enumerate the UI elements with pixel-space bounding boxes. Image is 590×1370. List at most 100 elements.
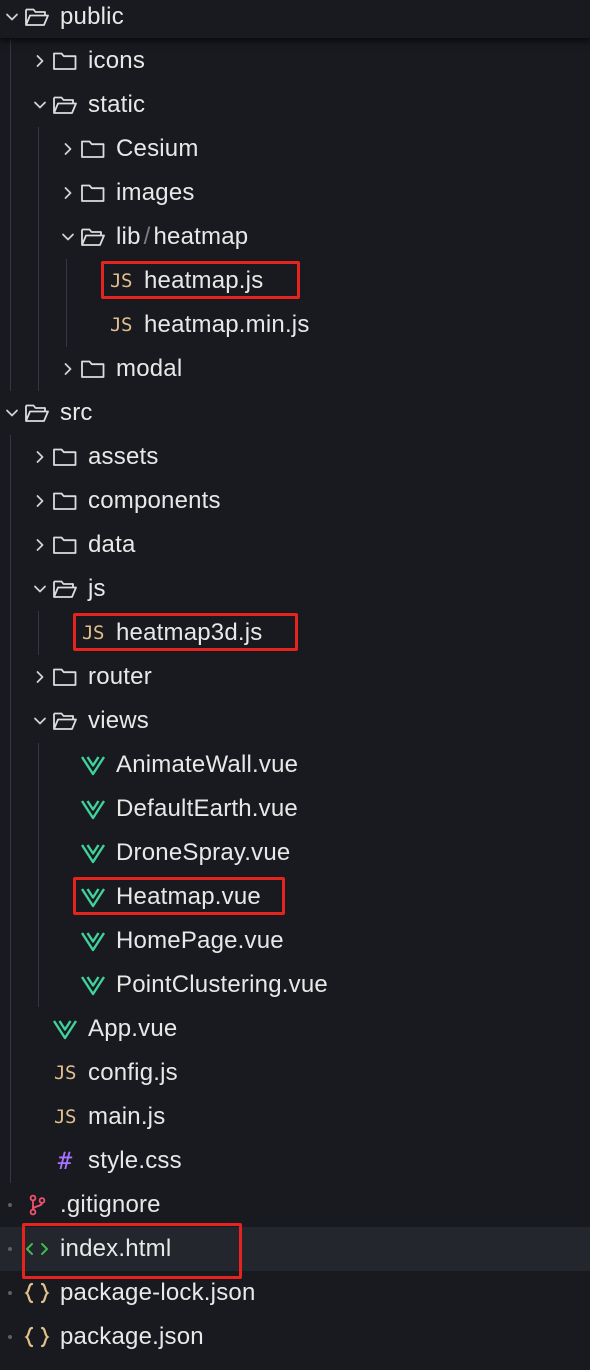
indent-guide — [38, 743, 39, 1007]
tree-row-app-vue[interactable]: App.vue — [0, 1007, 590, 1051]
tree-dot — [8, 1335, 12, 1339]
folder-icon — [51, 49, 79, 73]
folder-icon — [51, 489, 79, 513]
tree-row-config-js[interactable]: JS config.js — [0, 1051, 590, 1095]
chevron-right-icon[interactable] — [60, 141, 76, 157]
vue-file-icon — [79, 929, 107, 953]
css-glyph: # — [57, 1147, 73, 1175]
tree-row-package-json[interactable]: package.json — [0, 1315, 590, 1359]
tree-row-heatmap-js[interactable]: JS heatmap.js — [0, 259, 590, 303]
chevron-down-icon[interactable] — [32, 713, 48, 729]
tree-dot — [8, 1247, 12, 1251]
file-explorer-tree: public icons static Cesium images lib / heatmap… — [0, 0, 590, 1370]
tree-item-label: data — [88, 531, 136, 558]
tree-row-icons[interactable]: icons — [0, 39, 590, 83]
folder-icon — [79, 137, 107, 161]
tree-item-label: package-lock.json — [60, 1279, 256, 1306]
tree-row-views[interactable]: views — [0, 699, 590, 743]
json-file-icon — [23, 1281, 51, 1305]
tree-item-label: index.html — [60, 1235, 172, 1262]
tree-item-label: App.vue — [88, 1015, 178, 1042]
javascript-file-icon: JS — [107, 313, 135, 337]
css-file-icon: # — [51, 1147, 79, 1175]
folder-open-icon — [23, 5, 51, 29]
json-file-icon — [23, 1325, 51, 1349]
tree-row-router[interactable]: router — [0, 655, 590, 699]
chevron-right-icon[interactable] — [32, 537, 48, 553]
chevron-right-icon[interactable] — [32, 493, 48, 509]
tree-row-modal[interactable]: modal — [0, 347, 590, 391]
indent-guide — [10, 435, 11, 1183]
tree-item-label: .gitignore — [60, 1191, 161, 1218]
tree-item-label: Cesium — [116, 135, 199, 162]
tree-item-label: PointClustering.vue — [116, 971, 328, 998]
tree-row-components[interactable]: components — [0, 479, 590, 523]
folder-open-icon — [51, 93, 79, 117]
tree-row-index-html[interactable]: index.html — [0, 1223, 590, 1279]
tree-row-animatewall-vue[interactable]: AnimateWall.vue — [0, 743, 590, 787]
folder-open-icon — [79, 225, 107, 249]
chevron-right-icon[interactable] — [32, 449, 48, 465]
vue-file-icon — [79, 841, 107, 865]
tree-row-js[interactable]: js — [0, 567, 590, 611]
tree-row-src[interactable]: src — [0, 391, 590, 435]
tree-row-heatmap-min-js[interactable]: JS heatmap.min.js — [0, 303, 590, 347]
javascript-file-icon: JS — [79, 621, 107, 645]
indent-guide — [66, 259, 67, 347]
tree-item-label: heatmap.js — [144, 267, 264, 294]
tree-row-lib-heatmap[interactable]: lib / heatmap — [0, 215, 590, 259]
tree-row-main-js[interactable]: JS main.js — [0, 1095, 590, 1139]
tree-item-label: router — [88, 663, 152, 690]
chevron-right-icon[interactable] — [60, 361, 76, 377]
vue-file-icon — [79, 973, 107, 997]
vue-file-icon — [79, 753, 107, 777]
tree-dot — [8, 1291, 12, 1295]
tree-item-label: style.css — [88, 1147, 182, 1174]
tree-item-label: images — [116, 179, 195, 206]
indent-guide — [10, 39, 11, 391]
tree-row-gitignore[interactable]: .gitignore — [0, 1183, 590, 1227]
tree-item-label: README.md — [60, 1359, 205, 1370]
tree-item-label: modal — [116, 355, 183, 382]
chevron-right-icon[interactable] — [60, 185, 76, 201]
tree-row-defaultearth-vue[interactable]: DefaultEarth.vue — [0, 787, 590, 831]
javascript-file-icon: JS — [51, 1061, 79, 1085]
chevron-down-icon[interactable] — [32, 581, 48, 597]
folder-icon — [51, 445, 79, 469]
folder-icon — [51, 665, 79, 689]
tree-row-images[interactable]: images — [0, 171, 590, 215]
folder-icon — [79, 181, 107, 205]
chevron-down-icon[interactable] — [4, 405, 20, 421]
folder-open-icon — [51, 577, 79, 601]
tree-row-assets[interactable]: assets — [0, 435, 590, 479]
tree-item-label: js — [88, 575, 106, 602]
tree-row-readme-md[interactable]: README.md — [0, 1359, 590, 1370]
tree-row-public[interactable]: public — [0, 0, 590, 39]
vue-file-icon — [51, 1017, 79, 1041]
tree-row-package-lock-json[interactable]: package-lock.json — [0, 1271, 590, 1315]
tree-row-cesium[interactable]: Cesium — [0, 127, 590, 171]
chevron-down-icon[interactable] — [32, 97, 48, 113]
vue-file-icon — [79, 797, 107, 821]
tree-row-data[interactable]: data — [0, 523, 590, 567]
tree-row-heatmap3d-js[interactable]: JS heatmap3d.js — [0, 611, 590, 655]
javascript-glyph: JS — [82, 622, 104, 644]
tree-item-label: heatmap3d.js — [116, 619, 263, 646]
vue-file-icon — [79, 885, 107, 909]
tree-row-dronespray-vue[interactable]: DroneSpray.vue — [0, 831, 590, 875]
tree-row-homepage-vue[interactable]: HomePage.vue — [0, 919, 590, 963]
tree-item-label: src — [60, 399, 93, 426]
tree-row-static[interactable]: static — [0, 83, 590, 127]
folder-open-icon — [51, 709, 79, 733]
chevron-right-icon[interactable] — [32, 53, 48, 69]
tree-row-pointclustering-vue[interactable]: PointClustering.vue — [0, 963, 590, 1007]
chevron-down-icon[interactable] — [60, 229, 76, 245]
folder-icon — [79, 357, 107, 381]
tree-row-heatmap-vue[interactable]: Heatmap.vue — [0, 875, 590, 919]
chevron-right-icon[interactable] — [32, 669, 48, 685]
javascript-file-icon: JS — [107, 269, 135, 293]
tree-item-label: static — [88, 91, 146, 118]
tree-item-label: config.js — [88, 1059, 178, 1086]
chevron-down-icon[interactable] — [4, 9, 20, 25]
tree-row-style-css[interactable]: # style.css — [0, 1139, 590, 1183]
